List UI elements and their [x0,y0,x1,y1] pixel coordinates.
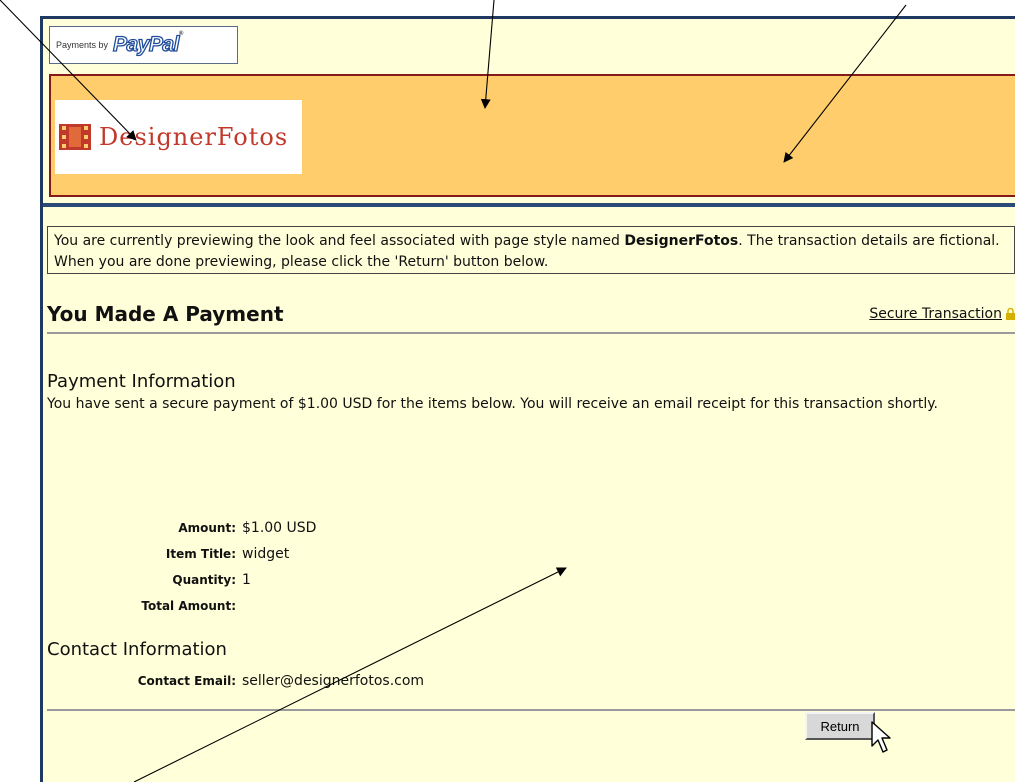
paypal-badge: Payments by PayPal ® [49,26,238,64]
detail-label: Item Title: [165,547,236,561]
header-banner: DesignerFotos [49,74,1015,197]
preview-page: Payments by PayPal ® DesignerFotos You ar… [40,16,1015,782]
payment-information-text: You have sent a secure payment of $1.00 … [47,396,938,412]
detail-row-quantity: Quantity: 1 [47,567,447,593]
detail-value: 1 [242,572,251,588]
mouse-cursor-icon [871,721,891,753]
contact-information-title: Contact Information [47,639,227,660]
brand-logo: DesignerFotos [55,100,302,174]
return-button[interactable]: Return [805,712,875,740]
payment-details: Amount: $1.00 USD Item Title: widget Qua… [47,515,447,619]
footer-divider [47,709,1015,711]
detail-label: Quantity: [172,573,236,587]
contact-email-label: Contact Email: [137,674,236,688]
notice-style-name: DesignerFotos [624,233,739,249]
brand-name: DesignerFotos [99,123,289,151]
paypal-logo: PayPal ® [112,31,183,57]
detail-row-total-amount: Total Amount: [47,593,447,619]
detail-value: widget [242,546,290,562]
paypal-trademark: ® [178,31,183,37]
secure-transaction-label[interactable]: Secure Transaction [869,306,1002,322]
detail-label: Total Amount: [141,599,236,613]
detail-label: Amount: [178,521,236,535]
film-strip-icon [59,124,91,150]
detail-row-amount: Amount: $1.00 USD [47,515,447,541]
lock-icon [1006,308,1015,320]
page-title: You Made A Payment [47,302,284,326]
payments-by-label: Payments by [56,40,109,50]
page-heading: You Made A Payment Secure Transaction [47,296,1015,334]
paypal-logo-text: PayPal [112,32,180,56]
contact-email-row: Contact Email: seller@designerfotos.com [47,668,547,694]
header-divider [43,203,1015,207]
contact-email-value: seller@designerfotos.com [242,673,425,689]
detail-value: $1.00 USD [242,520,317,536]
payment-information-title: Payment Information [47,371,236,392]
notice-text-1: You are currently previewing the look an… [54,233,625,249]
detail-row-item-title: Item Title: widget [47,541,447,567]
detail-row-contact-email: Contact Email: seller@designerfotos.com [47,668,547,694]
secure-transaction-link[interactable]: Secure Transaction [869,306,1015,322]
preview-notice: You are currently previewing the look an… [47,226,1015,274]
